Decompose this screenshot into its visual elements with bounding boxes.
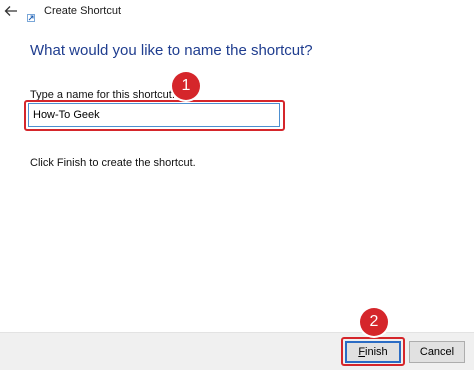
shortcut-icon (27, 9, 35, 22)
title-bar: Create Shortcut (0, 0, 474, 24)
window-title: Create Shortcut (44, 5, 122, 17)
page-heading: What would you like to name the shortcut… (30, 42, 313, 59)
cancel-button[interactable]: Cancel (409, 341, 465, 363)
finish-button[interactable]: Finish (345, 341, 401, 363)
annotation-badge-2: 2 (360, 308, 388, 336)
instruction-text: Click Finish to create the shortcut. (30, 157, 196, 169)
finish-button-label: inish (365, 346, 388, 358)
annotation-badge-1: 1 (172, 72, 200, 100)
back-arrow-icon[interactable] (4, 4, 18, 18)
shortcut-name-label: Type a name for this shortcut: (30, 89, 175, 101)
shortcut-name-input[interactable] (28, 103, 280, 127)
button-bar (0, 332, 474, 370)
